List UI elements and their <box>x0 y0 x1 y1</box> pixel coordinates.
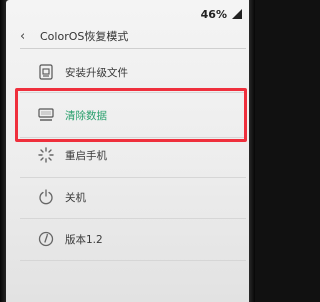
menu-item-install-update[interactable]: 安装升级文件 <box>20 55 244 89</box>
header: ‹ ColorOS恢复模式 <box>6 24 251 50</box>
menu-divider <box>20 218 246 219</box>
menu-item-label: 关机 <box>65 191 86 204</box>
highlight-annotation-box <box>15 88 247 142</box>
battery-percent: 46% <box>200 8 227 21</box>
menu-item-restart[interactable]: 重启手机 <box>20 138 244 172</box>
menu-item-power-off[interactable]: 关机 <box>20 180 244 214</box>
chevron-left-icon[interactable]: ‹ <box>20 29 25 45</box>
menu-divider <box>20 177 246 178</box>
device-bezel-right <box>249 0 255 302</box>
header-divider <box>20 48 246 49</box>
restart-icon <box>36 145 56 165</box>
install-package-icon <box>36 62 56 82</box>
menu-item-label: 安装升级文件 <box>65 66 128 79</box>
menu-divider <box>20 260 246 261</box>
menu-item-label: 重启手机 <box>65 149 107 162</box>
status-bar: 46% <box>6 0 251 24</box>
power-icon <box>36 187 56 207</box>
info-icon <box>36 229 56 249</box>
page-title: ColorOS恢复模式 <box>40 30 129 43</box>
battery-icon <box>232 9 242 19</box>
menu-item-label: 版本1.2 <box>65 233 103 246</box>
menu-item-version: 版本1.2 <box>20 222 244 256</box>
recovery-screen: 46% ‹ ColorOS恢复模式 安装升级文件 清除数据 重启手机 关机 版本… <box>6 0 251 302</box>
